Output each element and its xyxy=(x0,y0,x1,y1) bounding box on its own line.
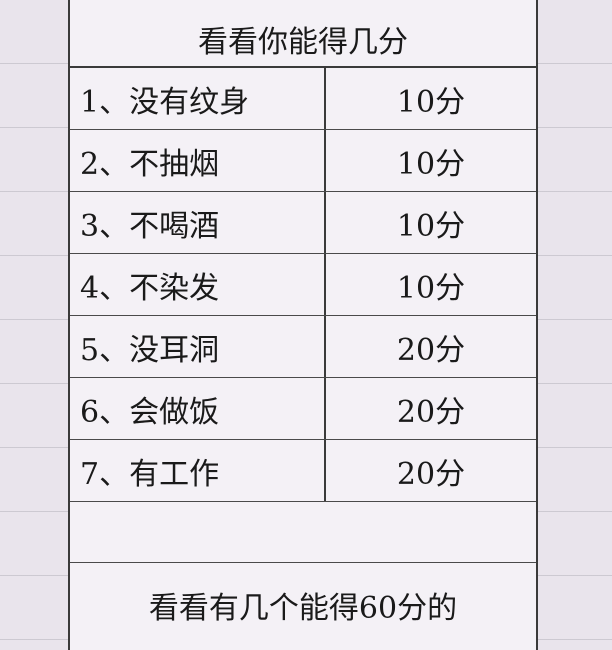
table-row: 6、会做饭 20分 xyxy=(70,378,536,440)
table-rows: 1、没有纹身 10分 2、不抽烟 10分 3、不喝酒 10分 4、不染发 10分… xyxy=(70,68,536,633)
item-score: 20分 xyxy=(396,332,466,368)
table-row: 1、没有纹身 10分 xyxy=(70,68,536,130)
item-score: 10分 xyxy=(396,146,466,182)
table-row: 4、不染发 10分 xyxy=(70,254,536,316)
item-score: 20分 xyxy=(396,456,466,492)
table-row: 2、不抽烟 10分 xyxy=(70,130,536,192)
item-label: 4、不染发 xyxy=(70,254,326,315)
item-score: 20分 xyxy=(396,394,466,430)
item-label: 3、不喝酒 xyxy=(70,192,326,253)
item-score: 10分 xyxy=(396,84,466,120)
item-label: 6、会做饭 xyxy=(70,378,326,439)
empty-row xyxy=(70,502,536,563)
table-row: 3、不喝酒 10分 xyxy=(70,192,536,254)
item-label: 1、没有纹身 xyxy=(70,68,326,129)
item-score: 10分 xyxy=(396,270,466,306)
score-table: 看看你能得几分 1、没有纹身 10分 2、不抽烟 10分 3、不喝酒 10分 4… xyxy=(68,0,538,650)
item-label: 7、有工作 xyxy=(70,440,326,501)
table-row: 5、没耳洞 20分 xyxy=(70,316,536,378)
table-title: 看看你能得几分 xyxy=(70,12,536,68)
table-footer: 看看有几个能得60分的 xyxy=(148,591,458,626)
item-label: 2、不抽烟 xyxy=(70,130,326,191)
table-row: 7、有工作 20分 xyxy=(70,440,536,502)
item-label: 5、没耳洞 xyxy=(70,316,326,377)
item-score: 10分 xyxy=(396,208,466,244)
